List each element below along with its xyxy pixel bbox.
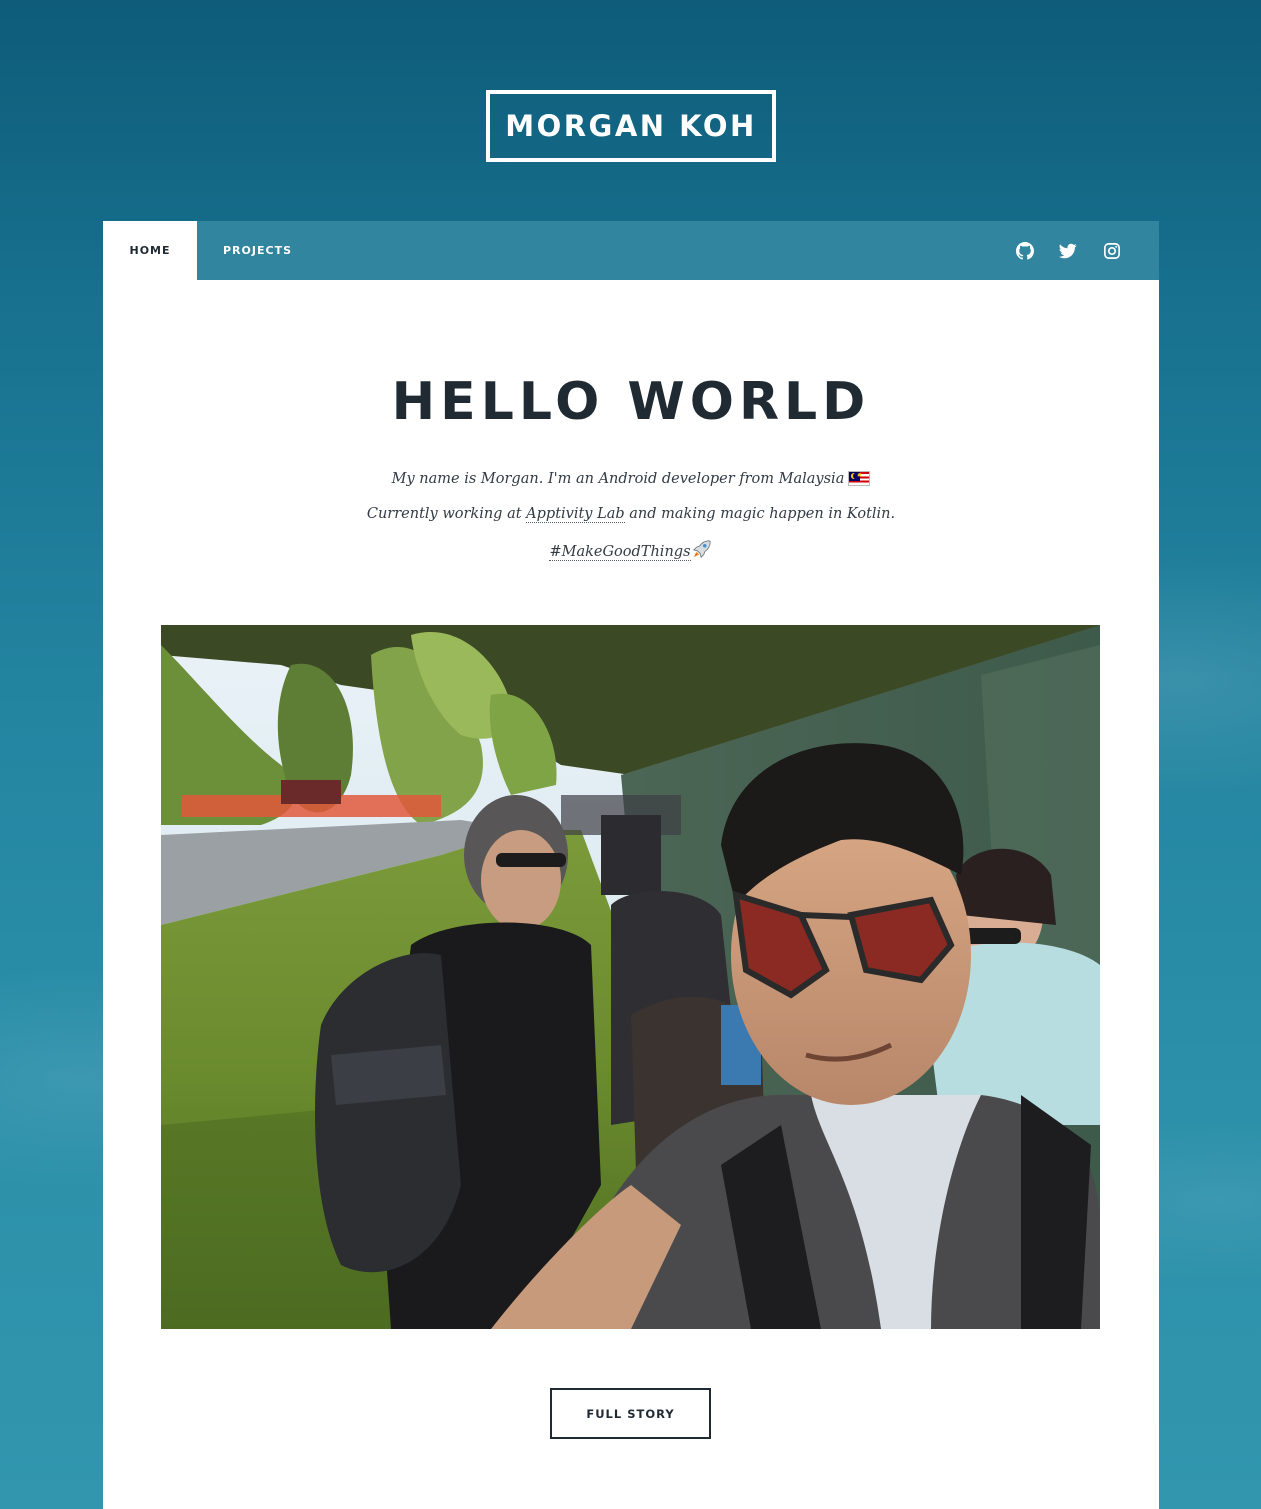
github-icon[interactable] <box>1014 240 1036 262</box>
intro-line-3: #MakeGoodThings <box>103 538 1159 563</box>
intro-text: My name is Morgan. I'm an Android develo… <box>391 471 845 487</box>
top-nav: HOME PROJECTS <box>103 221 1159 280</box>
main-card: HOME PROJECTS HELLO WORLD My name is Mor… <box>103 221 1159 1509</box>
rocket-icon <box>692 540 711 558</box>
malaysia-flag-icon: ✸ <box>848 471 871 486</box>
intro-text-before: Currently working at <box>366 506 527 522</box>
profile-photo <box>161 625 1100 1329</box>
intro-line-1: My name is Morgan. I'm an Android develo… <box>103 468 1159 490</box>
intro-line-2: Currently working at Apptivity Lab and m… <box>103 503 1159 525</box>
site-logo[interactable]: MORGAN KOH <box>486 90 776 162</box>
apptivity-lab-link[interactable]: Apptivity Lab <box>526 506 625 523</box>
tab-projects[interactable]: PROJECTS <box>197 221 318 280</box>
full-story-button[interactable]: FULL STORY <box>550 1388 711 1439</box>
hashtag-link[interactable]: #MakeGoodThings <box>549 544 691 561</box>
intro-text-after: and making magic happen in Kotlin. <box>624 506 896 522</box>
instagram-icon[interactable] <box>1101 240 1123 262</box>
page-title: HELLO WORLD <box>391 372 871 432</box>
tab-home[interactable]: HOME <box>103 221 197 280</box>
twitter-icon[interactable] <box>1057 240 1079 262</box>
